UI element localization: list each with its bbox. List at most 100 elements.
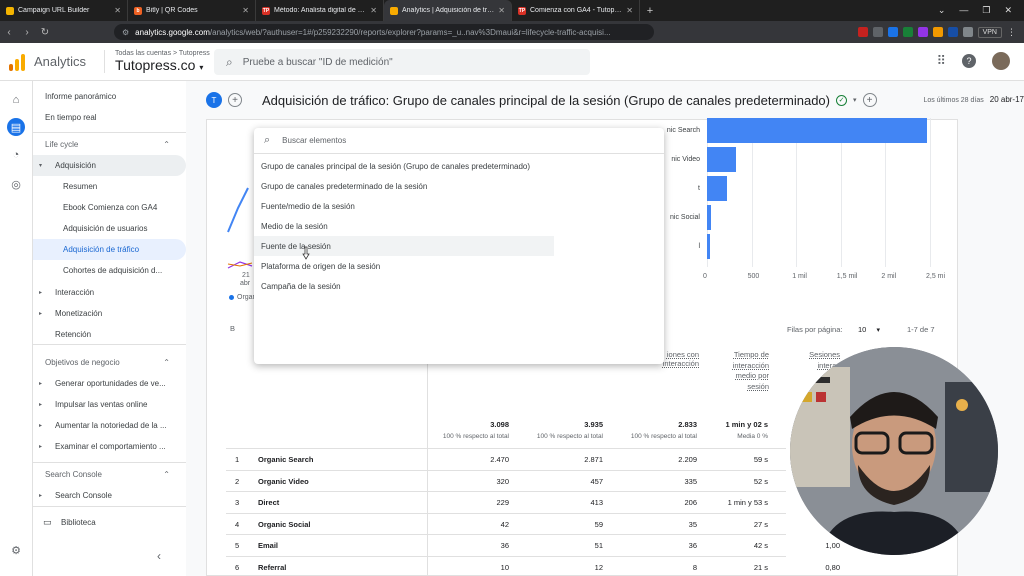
check-circle-icon[interactable]: ✓ xyxy=(836,94,847,106)
settings-gear-icon[interactable]: ⚙ xyxy=(9,543,23,557)
row-channel-name[interactable]: Organic Video xyxy=(258,477,309,486)
tab-close-icon[interactable]: ✕ xyxy=(626,6,633,15)
sidebar-item[interactable]: ▾ Adquisición xyxy=(33,155,186,176)
dropdown-option[interactable]: Fuente de la sesión xyxy=(254,236,554,256)
menu-dots-icon[interactable]: ⋮ xyxy=(1007,27,1016,38)
forward-icon[interactable]: › xyxy=(18,27,36,38)
add-filter-button[interactable]: + xyxy=(862,93,877,107)
dropdown-option[interactable]: Grupo de canales predeterminado de la se… xyxy=(254,176,664,196)
folder-icon: ▭ xyxy=(43,517,52,527)
sidebar-item-label: Monetización xyxy=(55,309,103,318)
expand-arrow-icon: ▸ xyxy=(39,444,43,450)
row-channel-name[interactable]: Referral xyxy=(258,563,286,572)
sidebar-item[interactable]: ▸ Impulsar las ventas online xyxy=(33,394,186,415)
extension-icon[interactable] xyxy=(902,27,913,37)
chart-bar[interactable] xyxy=(707,205,711,230)
column-header[interactable]: Tiempo de interacción medio por sesión xyxy=(721,350,769,392)
date-range-picker[interactable]: Los últimos 28 días 20 abr-17 xyxy=(923,95,1024,104)
row-number: 3 xyxy=(235,498,240,507)
chart-bar[interactable] xyxy=(707,118,928,143)
tab-close-icon[interactable]: ✕ xyxy=(370,6,377,15)
extension-icon[interactable] xyxy=(962,27,973,37)
home-icon[interactable]: ⌂ xyxy=(9,93,23,107)
presenter-photo xyxy=(790,347,998,555)
tab-close-icon[interactable]: ✕ xyxy=(114,6,121,15)
sidebar-item[interactable]: Informe panorámico xyxy=(33,86,186,107)
extension-icon[interactable] xyxy=(872,27,883,37)
row-channel-name[interactable]: Organic Social xyxy=(258,520,311,529)
dropdown-option[interactable]: Plataforma de origen de la sesión xyxy=(254,256,664,276)
minimize-icon[interactable]: — xyxy=(959,5,968,16)
extension-icon[interactable] xyxy=(887,27,898,37)
dropdown-option[interactable]: Grupo de canales principal de la sesión … xyxy=(254,156,664,176)
sidebar-item[interactable]: ▸ Examinar el comportamiento ... xyxy=(33,436,186,457)
extension-icon[interactable] xyxy=(917,27,928,37)
close-window-icon[interactable]: ✕ xyxy=(1004,5,1012,16)
maximize-icon[interactable]: ❐ xyxy=(982,5,990,16)
search-input[interactable]: ⌕ Pruebe a buscar "ID de medición" xyxy=(214,49,590,75)
row-channel-name[interactable]: Direct xyxy=(258,498,279,507)
sidebar-item[interactable]: ▭ Biblioteca xyxy=(33,512,186,533)
table-cell: 2.871 xyxy=(584,455,603,464)
browser-tab[interactable]: Analytics | Adquisición de tráfico ✕ xyxy=(384,0,512,21)
sidebar-item[interactable]: ▸ Monetización xyxy=(33,303,186,324)
extension-icon[interactable] xyxy=(857,27,868,37)
new-tab-button[interactable]: + xyxy=(640,5,660,17)
sidebar-item[interactable]: Ebook Comienza con GA4 xyxy=(33,197,186,218)
browser-tab[interactable]: Campaign URL Builder ✕ xyxy=(0,0,128,21)
reports-icon[interactable]: ▤ xyxy=(7,118,25,136)
sidebar-item[interactable]: En tiempo real xyxy=(33,107,186,128)
reload-icon[interactable]: ↻ xyxy=(36,27,54,38)
account-selector[interactable]: Todas las cuentas > Tutopress Tutopress.… xyxy=(104,50,210,73)
sidebar-item[interactable]: ▸ Generar oportunidades de ve... xyxy=(33,373,186,394)
nav-section-header[interactable]: Life cycle ⌃ xyxy=(33,134,186,155)
chart-bar[interactable] xyxy=(707,176,728,201)
tab-close-icon[interactable]: ✕ xyxy=(242,6,249,15)
chevron-down-icon[interactable]: ▾ xyxy=(853,96,857,104)
sidebar-item[interactable]: Adquisición de tráfico xyxy=(33,239,186,260)
tab-search-icon[interactable]: ⌄ xyxy=(938,5,946,16)
explore-icon[interactable]: ◔ xyxy=(9,148,23,162)
row-channel-name[interactable]: Organic Search xyxy=(258,455,313,464)
help-icon[interactable]: ? xyxy=(962,54,976,68)
nav-section-header[interactable]: Search Console ⌃ xyxy=(33,464,186,485)
nav-section-header[interactable]: Objetivos de negocio ⌃ xyxy=(33,352,186,373)
comparison-badge[interactable]: T xyxy=(206,92,222,108)
total-value: 3.098 xyxy=(490,420,509,429)
table-search-icon[interactable]: B xyxy=(230,324,235,333)
collapse-nav-icon[interactable]: ‹ xyxy=(157,549,161,563)
url-field[interactable]: ⚙ analytics.google.com/analytics/web/?au… xyxy=(114,24,654,40)
browser-tab[interactable]: b Bitly | QR Codes ✕ xyxy=(128,0,256,21)
dropdown-search-input[interactable]: ⌕ Buscar elementos xyxy=(254,128,664,154)
sidebar-item[interactable]: ▸ Aumentar la notoriedad de la ... xyxy=(33,415,186,436)
extension-icon[interactable] xyxy=(947,27,958,37)
browser-tab[interactable]: TP Método: Analista digital de cero a m ✕ xyxy=(256,0,384,21)
add-comparison-button[interactable]: + xyxy=(228,93,242,107)
chart-bar[interactable] xyxy=(707,234,711,259)
row-channel-name[interactable]: Email xyxy=(258,541,278,550)
sidebar-item[interactable]: ▸ Search Console xyxy=(33,485,186,506)
rows-per-page-select[interactable]: 10 ▾ xyxy=(858,325,880,334)
sidebar-item[interactable]: Cohortes de adquisición d... xyxy=(33,260,186,281)
table-cell: 12 xyxy=(594,562,603,572)
apps-grid-icon[interactable]: ⠿ xyxy=(936,53,946,69)
dropdown-option[interactable]: Campaña de la sesión xyxy=(254,276,664,296)
avatar[interactable] xyxy=(992,52,1010,70)
advertising-icon[interactable]: ◎ xyxy=(9,177,23,191)
back-icon[interactable]: ‹ xyxy=(0,27,18,38)
row-divider xyxy=(226,469,786,471)
sidebar-item[interactable]: Resumen xyxy=(33,176,186,197)
tab-favicon-icon: TP xyxy=(518,6,526,15)
sidebar-item[interactable]: Adquisición de usuarios xyxy=(33,218,186,239)
sidebar-item[interactable]: Retención xyxy=(33,324,186,345)
site-info-icon[interactable]: ⚙ xyxy=(122,28,129,37)
chart-bar[interactable] xyxy=(707,147,736,172)
extension-icon[interactable] xyxy=(932,27,943,37)
dropdown-option[interactable]: Fuente/medio de la sesión xyxy=(254,196,664,216)
tab-close-icon[interactable]: ✕ xyxy=(498,6,505,15)
vpn-badge[interactable]: VPN xyxy=(977,26,1002,38)
tab-favicon-icon xyxy=(6,6,14,15)
browser-tab[interactable]: TP Comienza con GA4 - Tutopress ✕ xyxy=(512,0,640,21)
sidebar-item[interactable]: ▸ Interacción xyxy=(33,282,186,303)
dropdown-option[interactable]: Medio de la sesión xyxy=(254,216,664,236)
